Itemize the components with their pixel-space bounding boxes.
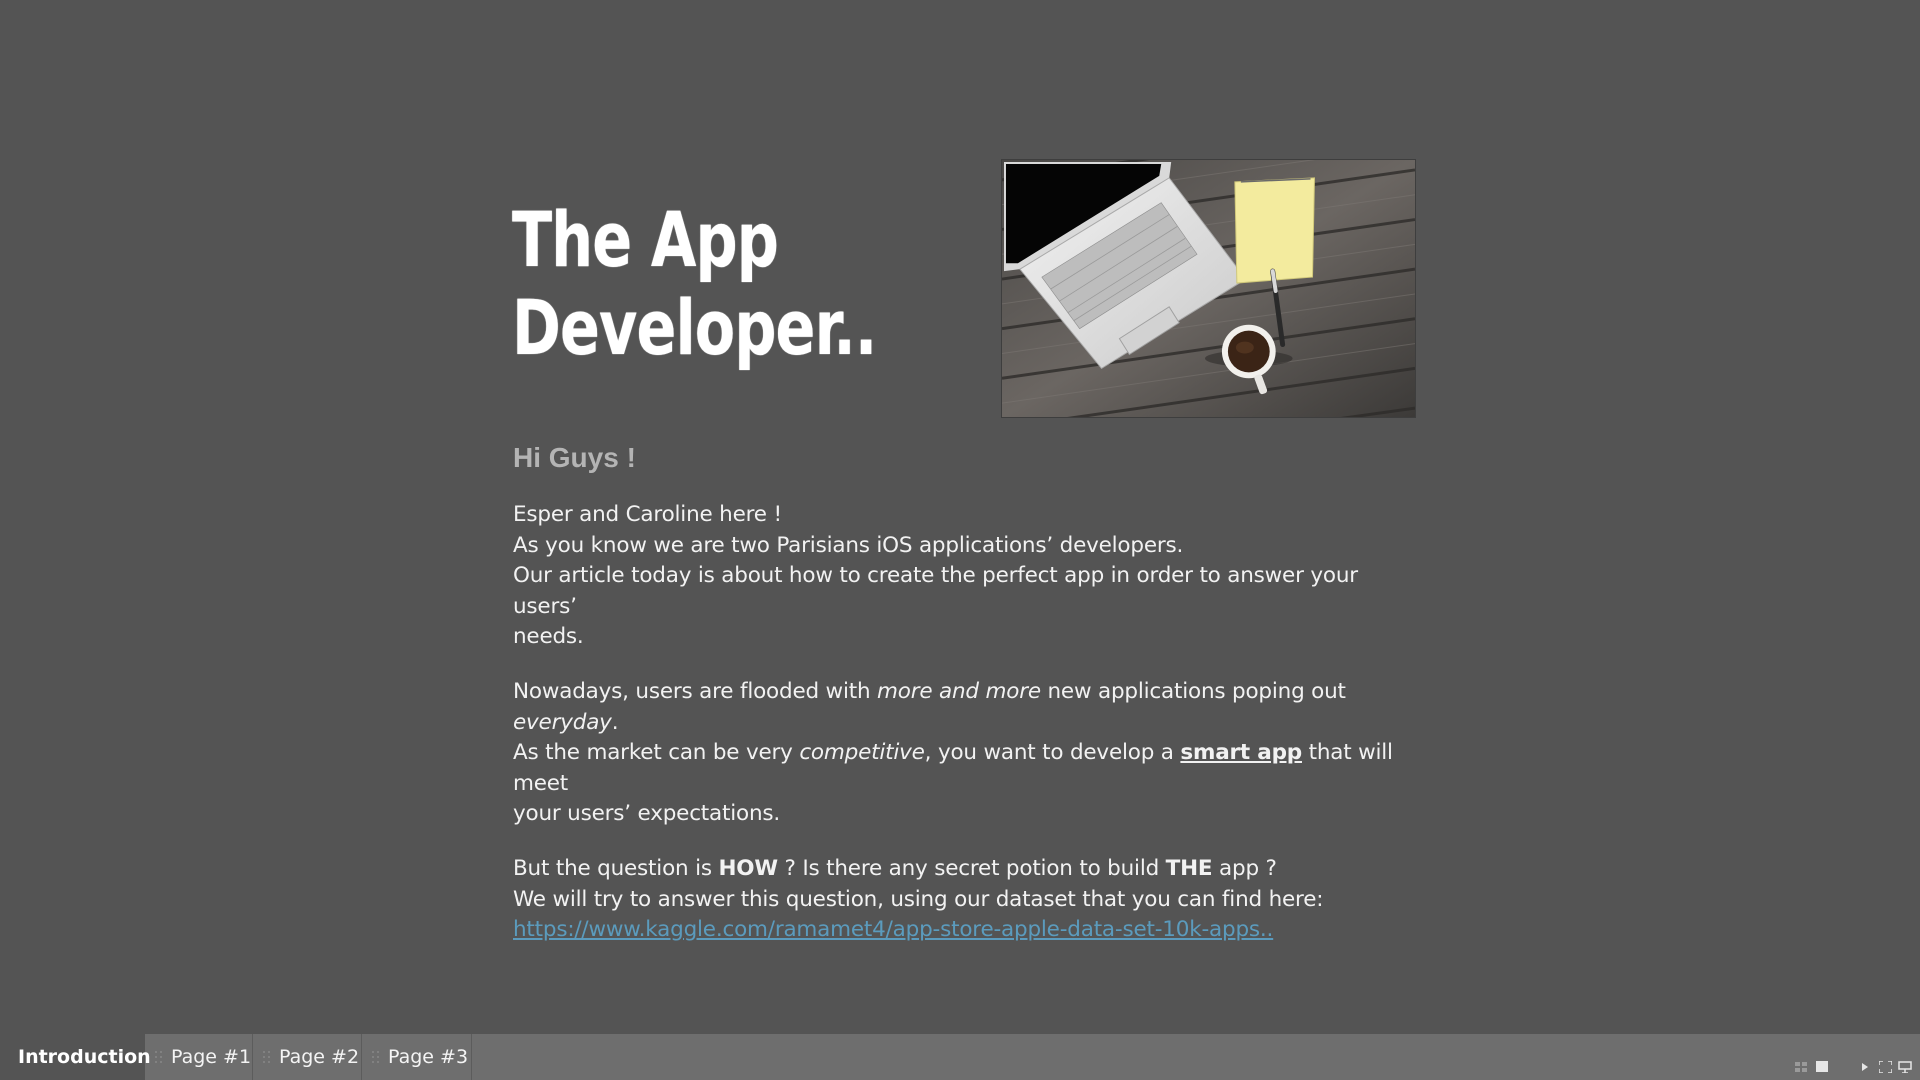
present-icon[interactable] (1898, 1061, 1912, 1073)
tab-page-2-label: Page #2 (279, 1046, 360, 1068)
tab-page-2[interactable]: Page #2 (253, 1034, 362, 1080)
p3-text-mid: ? Is there any secret potion to build (777, 856, 1166, 881)
greeting-heading: Hi Guys ! (513, 442, 636, 473)
grid-view-icon[interactable] (1795, 1062, 1807, 1072)
p3-text-rest: app ? (1212, 856, 1277, 881)
drag-grip-icon (372, 1051, 379, 1063)
p2-text-b-rest: . (611, 709, 619, 735)
p1-line-2: As you know we are two Parisians iOS app… (513, 532, 1184, 558)
p2-emphasis-competitive: competitive (799, 740, 925, 765)
p3-bold-how: HOW (718, 856, 779, 881)
tab-introduction-label: Introduction (18, 1046, 151, 1068)
p3-line-1: But the question is HOW ? Is there any s… (513, 854, 1418, 885)
intro-text: Esper and Caroline here ! As you know we… (513, 500, 1418, 970)
p2-line-1: Nowadays, users are flooded with more an… (513, 677, 1418, 708)
paragraph-3: But the question is HOW ? Is there any s… (513, 854, 1418, 946)
p3-bold-the: THE (1165, 856, 1213, 881)
story-title: The App Developer.. (512, 196, 890, 372)
p2-text-a: Nowadays, users are flooded with (513, 679, 878, 704)
p2-text-a-rest: new applications poping out (1040, 679, 1346, 704)
p2-line-3: As the market can be very competitive, y… (513, 738, 1418, 799)
p1-line-3b: needs. (513, 624, 584, 649)
smart-app-highlight: smart app (1180, 740, 1302, 765)
drag-grip-icon (155, 1051, 162, 1063)
tab-page-3[interactable]: Page #3 (362, 1034, 472, 1080)
title-line-1: The App (512, 195, 779, 284)
story-canvas: The App Developer.. Hi Guys ! Esper and … (0, 0, 1920, 1034)
title-line-2: Developer.. (512, 283, 877, 372)
story-tab-bar: Introduction Page #1 Page #2 Page #3 (0, 1034, 1920, 1080)
hero-image-laptop-desk (1001, 159, 1416, 418)
paragraph-2: Nowadays, users are flooded with more an… (513, 677, 1418, 830)
laptop-desk-illustration (1002, 160, 1415, 417)
tab-page-1-label: Page #1 (171, 1046, 252, 1068)
single-view-icon[interactable] (1816, 1061, 1828, 1072)
p1-line-3a: Our article today is about how to create… (513, 563, 1358, 619)
p3-line-2: We will try to answer this question, usi… (513, 886, 1324, 912)
p2-text-c: As the market can be very (513, 740, 800, 765)
p2-emphasis-more: more and more (877, 679, 1041, 704)
paragraph-1: Esper and Caroline here ! As you know we… (513, 500, 1418, 653)
p2-line-2: everyday. (513, 708, 1418, 739)
p2-emphasis-everyday: everyday (513, 709, 612, 735)
p1-line-1: Esper and Caroline here ! (513, 502, 782, 527)
p2-text-c-mid: , you want to develop a (924, 740, 1181, 765)
tab-page-1[interactable]: Page #1 (145, 1034, 253, 1080)
tab-introduction[interactable]: Introduction (0, 1034, 151, 1080)
p2-line-4: your users’ expectations. (513, 801, 781, 826)
play-icon[interactable] (1862, 1062, 1868, 1072)
fullscreen-icon[interactable] (1879, 1061, 1892, 1073)
dataset-link[interactable]: https://www.kaggle.com/ramamet4/app-stor… (513, 915, 1418, 946)
tab-page-3-label: Page #3 (388, 1046, 469, 1068)
drag-grip-icon (263, 1051, 270, 1063)
p3-text-a: But the question is (513, 856, 719, 881)
